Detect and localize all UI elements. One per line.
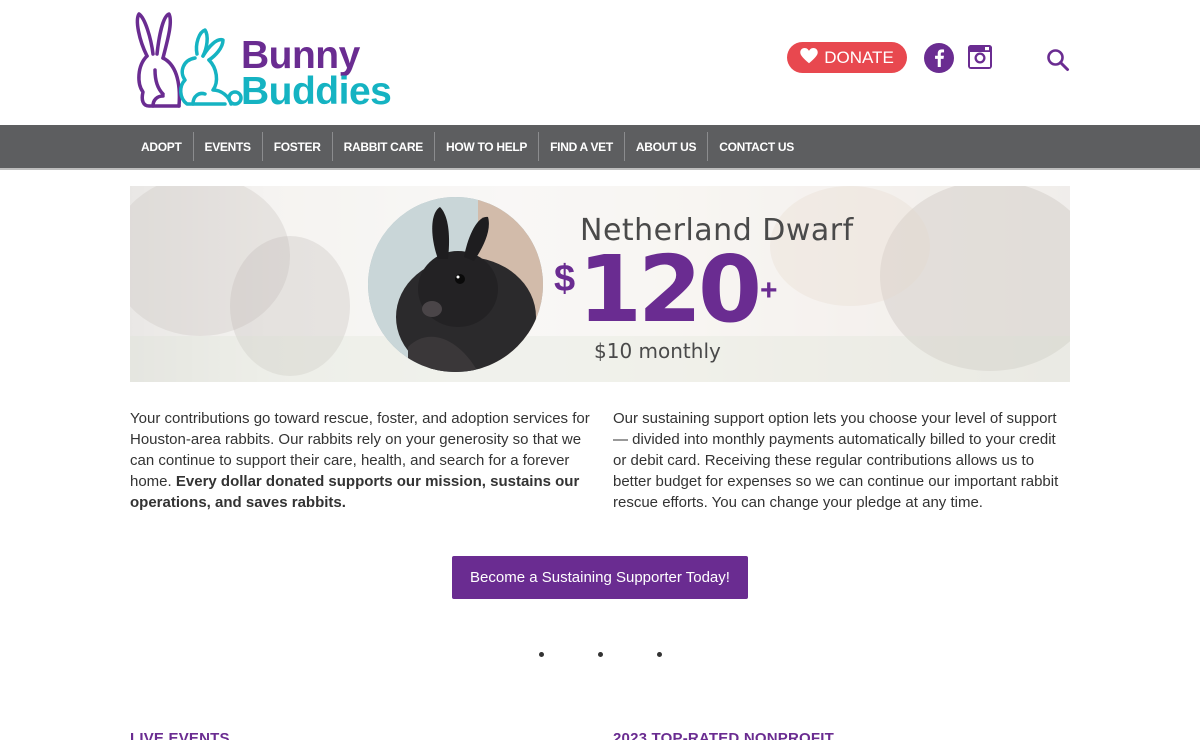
heart-icon: [800, 48, 818, 67]
top-rated-nonprofit-heading: 2023 TOP-RATED NONPROFIT: [613, 730, 834, 740]
facebook-icon[interactable]: [924, 43, 954, 73]
banner-plus: +: [760, 274, 778, 307]
become-supporter-button[interactable]: Become a Sustaining Supporter Today!: [452, 556, 748, 599]
carousel-dots: [539, 652, 662, 657]
rabbits-logo-icon: [135, 12, 243, 108]
carousel-dot[interactable]: [657, 652, 662, 657]
carousel-dot[interactable]: [598, 652, 603, 657]
bunny-buddies-logo[interactable]: Bunny Buddies: [133, 10, 403, 114]
banner-currency: $: [554, 258, 576, 300]
nav-item-events[interactable]: EVENTS: [192, 132, 262, 161]
contribution-emphasis: Every dollar donated supports our missio…: [130, 473, 580, 511]
site-header: Bunny Buddies DONATE: [0, 0, 1200, 125]
hero-banner: Netherland Dwarf $ 120 + $10 monthly: [130, 186, 1070, 382]
contribution-text: Your contributions go toward rescue, fos…: [130, 408, 590, 513]
banner-monthly: $10 monthly: [594, 339, 721, 363]
nav-item-find-a-vet[interactable]: FIND A VET: [538, 132, 624, 161]
logo-word-buddies: Buddies: [241, 70, 392, 113]
instagram-icon[interactable]: [967, 44, 993, 70]
nav-item-contact-us[interactable]: CONTACT US: [707, 132, 805, 161]
search-icon[interactable]: [1046, 48, 1070, 72]
bunny-photo: [368, 197, 543, 372]
logo-wordmark: Bunny Buddies: [241, 34, 392, 113]
sustaining-text: Our sustaining support option lets you c…: [613, 410, 1059, 511]
nav-item-rabbit-care[interactable]: RABBIT CARE: [331, 132, 434, 161]
logo-word-bunny: Bunny: [241, 34, 360, 77]
nav-item-adopt[interactable]: ADOPT: [130, 132, 193, 161]
carousel-dot[interactable]: [539, 652, 544, 657]
nav-item-about-us[interactable]: ABOUT US: [623, 132, 707, 161]
nav-item-how-to-help[interactable]: HOW TO HELP: [433, 132, 538, 161]
banner-price: 120: [578, 236, 762, 343]
main-nav: ADOPT EVENTS FOSTER RABBIT CARE HOW TO H…: [0, 125, 1200, 170]
donate-label: DONATE: [824, 47, 894, 67]
live-events-heading: LIVE EVENTS: [130, 730, 230, 740]
nav-item-foster[interactable]: FOSTER: [261, 132, 332, 161]
donate-button[interactable]: DONATE: [787, 42, 907, 73]
